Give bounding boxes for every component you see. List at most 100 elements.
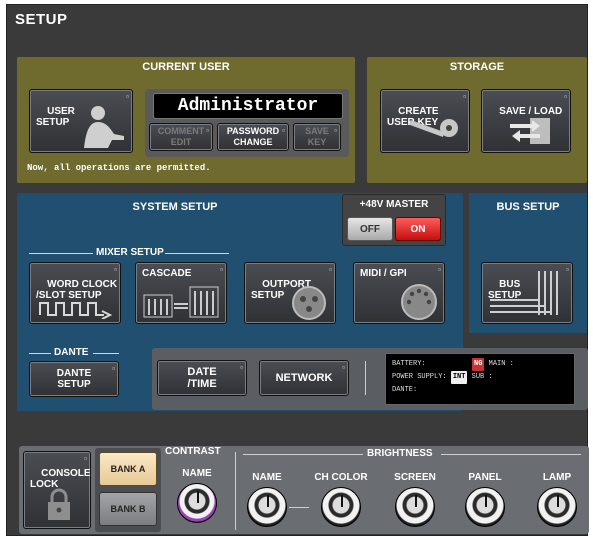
battery-status-badge: NG [472,358,485,371]
popup-icon: ▫ [334,126,337,135]
word-clock-slot-setup-button[interactable]: WORD CLOCK /SLOT SETUP ▫ [29,262,121,324]
phantom-on-button[interactable]: ON [395,217,441,241]
midi-connector-icon [401,284,437,320]
popup-icon: ▫ [240,363,243,372]
knob-pointer [267,495,269,507]
bus-setup-button[interactable]: BUS SETUP ▫ [481,262,573,324]
knob-pointer [485,495,487,507]
brightness-lamp-knob[interactable] [537,487,577,527]
dante-section-label: DANTE [54,347,89,358]
brightness-rule-right [441,454,581,455]
padlock-icon [48,488,70,520]
popup-icon: ▫ [84,454,87,463]
cascade-faders-icon [143,286,219,318]
system-setup-title: SYSTEM SETUP [132,201,218,213]
contrast-name-knob[interactable] [177,483,217,523]
brightness-screen-label: SCREEN [394,472,436,483]
bus-setup-title: BUS SETUP [496,201,560,213]
date-time-button[interactable]: DATE /TIME ▫ [157,360,247,396]
permission-status-text: Now, all operations are permitted. [27,163,211,173]
save-key-button[interactable]: SAVE KEY ▫ [293,123,341,151]
phantom-48v-master: +48V MASTER OFF ON [342,194,446,246]
power-supply-label: POWER SUPPLY: [392,373,447,381]
network-label: NETWORK [275,371,333,384]
knob-pointer [341,495,343,507]
popup-icon: ▫ [114,265,117,274]
mixer-setup-label: MIXER SETUP [96,247,164,258]
clock-wave-icon [39,302,113,319]
brightness-panel-knob[interactable] [465,487,505,527]
power-row: POWER SUPPLY: INT SUB : [392,371,568,384]
dante-status-label: DANTE: [392,386,418,394]
mixer-setup-divider-right [165,253,229,254]
current-user-title: CURRENT USER [142,61,230,73]
phantom-off-button[interactable]: OFF [347,217,393,241]
popup-icon: ▫ [112,364,115,373]
brightness-divider-left [235,452,236,530]
contrast-name-label: NAME [182,468,212,479]
bank-b-button[interactable]: BANK B [99,492,157,526]
popup-icon: ▫ [438,265,441,274]
mixer-setup-divider-left [29,253,93,254]
dante-row: DANTE: [392,384,568,397]
network-button[interactable]: NETWORK ▫ [259,360,349,396]
brightness-panel-label: PANEL [468,472,502,483]
date-time-label: DATE /TIME [187,366,217,390]
save-load-button[interactable]: SAVE / LOAD ▫ [481,89,571,153]
popup-icon: ▫ [463,92,466,101]
midi-gpi-button[interactable]: MIDI / GPI ▫ [353,262,445,324]
brightness-chcolor-label: CH COLOR [314,472,368,483]
brightness-name-knob[interactable] [247,487,287,527]
sub-label: SUB : [471,373,493,381]
midi-gpi-label: MIDI / GPI [360,268,407,279]
brightness-title: BRIGHTNESS [367,448,433,459]
name-chcolor-link [289,507,309,508]
knob-pointer [415,495,417,507]
bank-a-button[interactable]: BANK A [99,452,157,486]
brightness-name-label: NAME [252,472,282,483]
comment-edit-button[interactable]: COMMENT EDIT ▫ [149,123,213,151]
popup-icon: ▫ [329,265,332,274]
knob-pointer [197,491,199,503]
power-supply-badge: INT [450,371,468,384]
brightness-screen-knob[interactable] [395,487,435,527]
page-title: SETUP [15,11,68,28]
popup-icon: ▫ [282,126,285,135]
storage-title: STORAGE [449,61,505,73]
cascade-button[interactable]: CASCADE ▫ [135,262,227,324]
bus-routing-icon [490,271,558,315]
status-readout: BATTERY: NG MAIN : POWER SUPPLY: INT SUB… [385,353,575,405]
save-load-arrows-icon [510,118,550,144]
dante-setup-button[interactable]: DANTE SETUP ▫ [29,361,119,397]
console-lock-button[interactable]: CONSOLE LOCK ▫ [23,451,91,529]
battery-label: BATTERY: [392,360,426,368]
key-icon [409,119,458,137]
knob-pointer [557,495,559,507]
console-lock-label: CONSOLE LOCK [30,468,91,490]
brightness-chcolor-knob[interactable] [321,487,361,527]
password-change-button[interactable]: PASSWORD CHANGE ▫ [217,123,289,151]
user-setup-button[interactable]: USER SETUP ▫ [29,89,133,153]
dante-setup-label: DANTE SETUP [56,368,92,390]
contrast-title: CONTRAST [165,446,221,457]
brightness-rule-left [243,454,363,455]
create-user-key-button[interactable]: CREATE USER KEY ▫ [380,89,470,153]
main-label: MAIN : [488,360,514,368]
dante-divider-right [93,353,119,354]
popup-icon: ▫ [564,92,567,101]
info-divider [365,361,366,395]
setup-screen: SETUP CURRENT USER USER SETUP ▫ Administ… [6,4,589,536]
popup-icon: ▫ [342,363,345,372]
comment-edit-label: COMMENT EDIT [157,126,205,147]
save-key-label: SAVE KEY [305,126,329,147]
brightness-lamp-label: LAMP [542,472,572,483]
battery-row: BATTERY: NG MAIN : [392,358,568,371]
outport-setup-button[interactable]: OUTPORT SETUP ▫ [244,262,336,324]
user-silhouette-icon [84,106,124,148]
phantom-48v-label: +48V MASTER [359,199,429,210]
dante-divider-left [29,353,51,354]
password-change-label: PASSWORD CHANGE [226,126,280,147]
popup-icon: ▫ [220,265,223,274]
user-setup-label: USER SETUP [36,106,75,128]
cascade-label: CASCADE [142,268,192,279]
